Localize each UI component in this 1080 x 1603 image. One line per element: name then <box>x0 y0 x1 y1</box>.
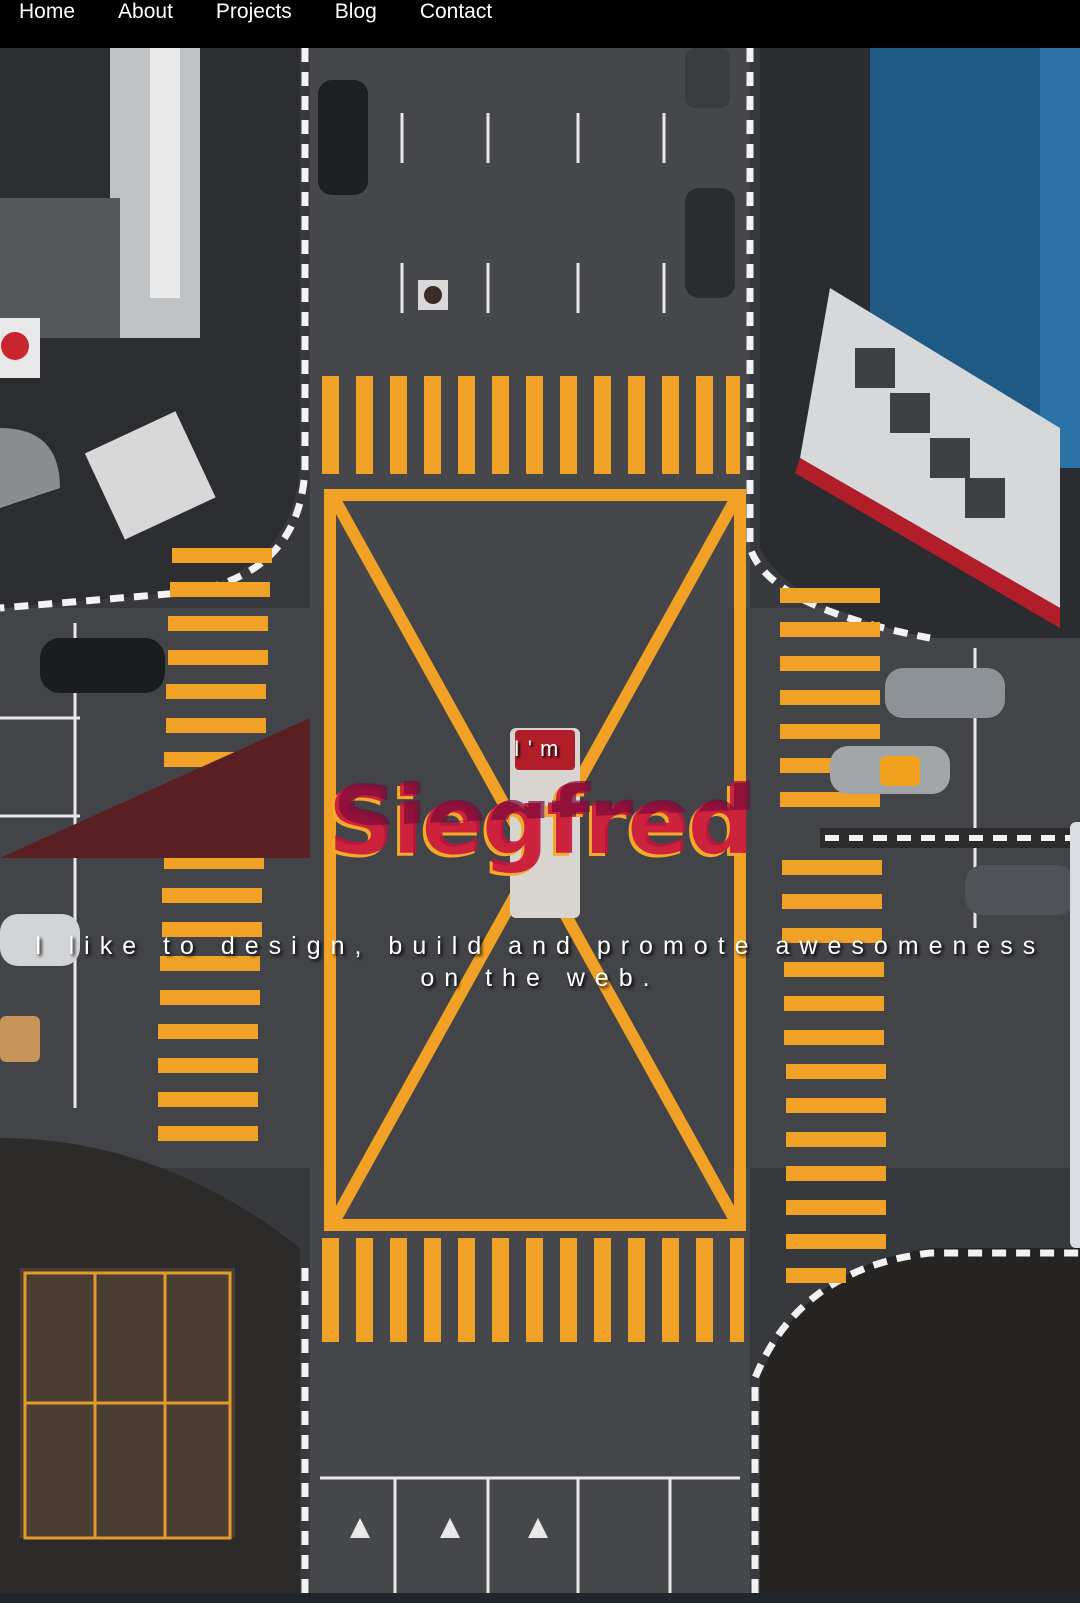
nav-link-about[interactable]: About <box>118 0 173 24</box>
hero-name: Siegfred Siegfred Siegfred <box>300 770 780 882</box>
hero-tagline: I like to design, build and promote awes… <box>34 932 1046 992</box>
scrollbar-handle[interactable] <box>1070 822 1080 1248</box>
portfolio-page: Home About Projects Blog Contact I'm Sie… <box>0 0 1080 1603</box>
nav-link-home[interactable]: Home <box>19 0 75 24</box>
nav-list: Home About Projects Blog Contact <box>0 0 1080 48</box>
nav-link-blog[interactable]: Blog <box>335 0 377 24</box>
nav-link-projects[interactable]: Projects <box>216 0 292 24</box>
top-navbar: Home About Projects Blog Contact <box>0 0 1080 48</box>
bottom-strip <box>0 1593 1080 1603</box>
hero-intro: I'm <box>513 736 567 761</box>
nav-link-contact[interactable]: Contact <box>420 0 492 24</box>
